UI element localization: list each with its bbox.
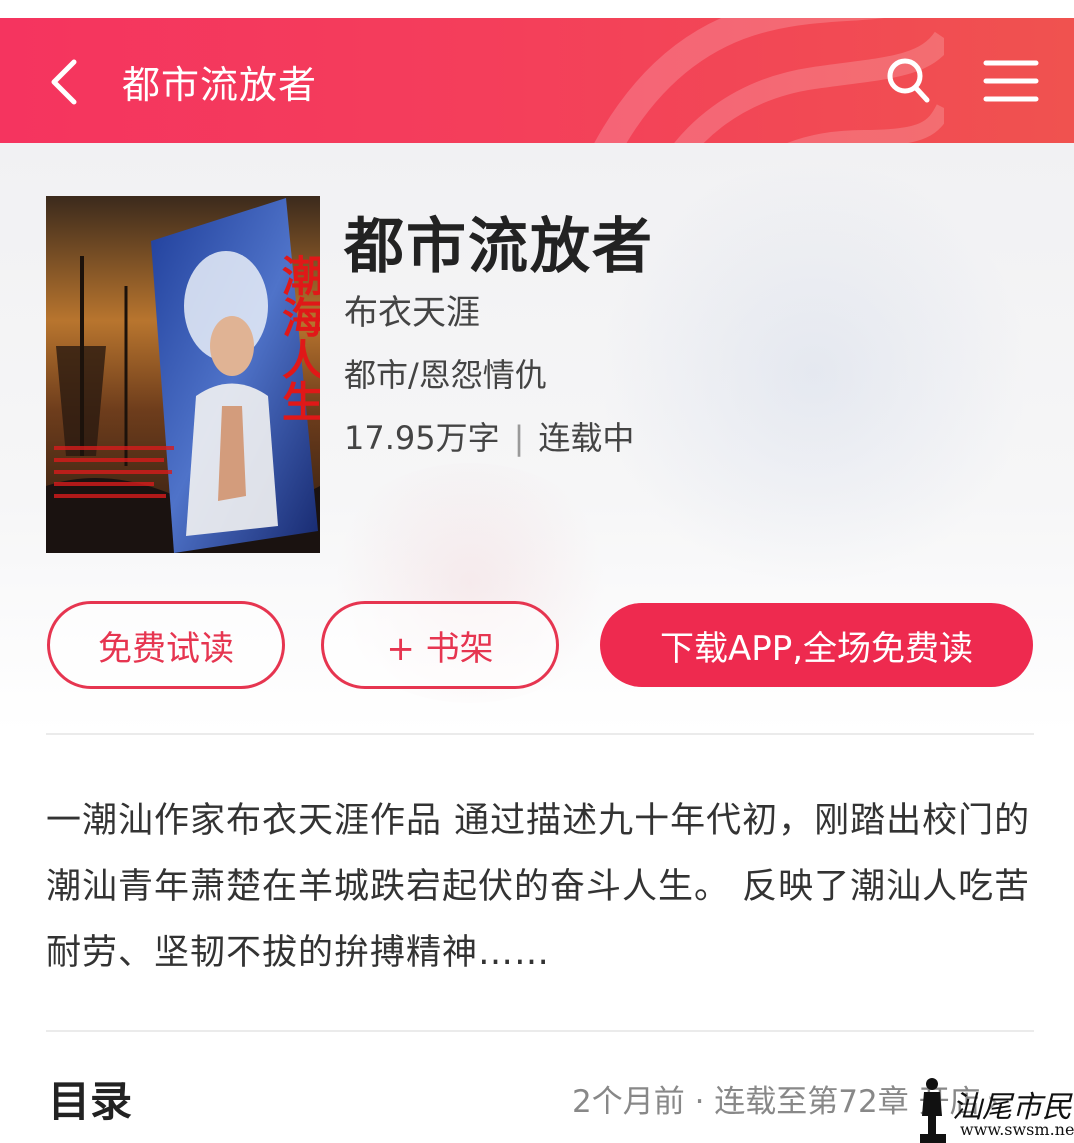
book-category: 都市/恩怨情仇 — [344, 356, 547, 394]
app-header: 都市流放者 — [0, 18, 1074, 143]
add-to-shelf-button[interactable]: + 书架 — [321, 601, 559, 689]
book-cover-image: 潮海人生 — [46, 196, 320, 553]
meta-separator: | — [513, 419, 525, 457]
chevron-left-icon — [51, 59, 77, 105]
status-bar-area — [0, 0, 1074, 18]
hamburger-menu-icon — [983, 60, 1039, 102]
watermark-url: www.swsm.net — [960, 1120, 1074, 1139]
back-button[interactable] — [40, 52, 90, 112]
divider — [46, 733, 1034, 735]
word-count: 17.95万字 — [344, 419, 500, 457]
page-title: 都市流放者 — [122, 63, 318, 107]
book-author[interactable]: 布衣天涯 — [344, 285, 480, 334]
serial-status: 连载中 — [538, 419, 635, 457]
book-cover[interactable]: 潮海人生 — [46, 196, 320, 553]
search-button[interactable] — [882, 52, 934, 108]
menu-button[interactable] — [982, 56, 1040, 106]
free-read-button[interactable]: 免费试读 — [47, 601, 285, 689]
statue-icon — [920, 1078, 946, 1143]
search-icon — [887, 58, 930, 103]
book-title: 都市流放者 — [344, 212, 654, 282]
site-watermark: 汕尾市民网 www.swsm.net — [918, 1076, 1074, 1143]
cover-title-text: 潮海人生 — [276, 254, 321, 422]
book-meta: 17.95万字 | 连载中 — [344, 413, 634, 459]
download-app-button[interactable]: 下载APP,全场免费读 — [600, 603, 1033, 687]
toc-heading: 目录 — [48, 1077, 133, 1126]
divider — [46, 1030, 1034, 1032]
book-description: 一潮汕作家布衣天涯作品 通过描述九十年代初，刚踏出校门的潮汕青年萧楚在羊城跌宕起… — [46, 801, 1031, 973]
